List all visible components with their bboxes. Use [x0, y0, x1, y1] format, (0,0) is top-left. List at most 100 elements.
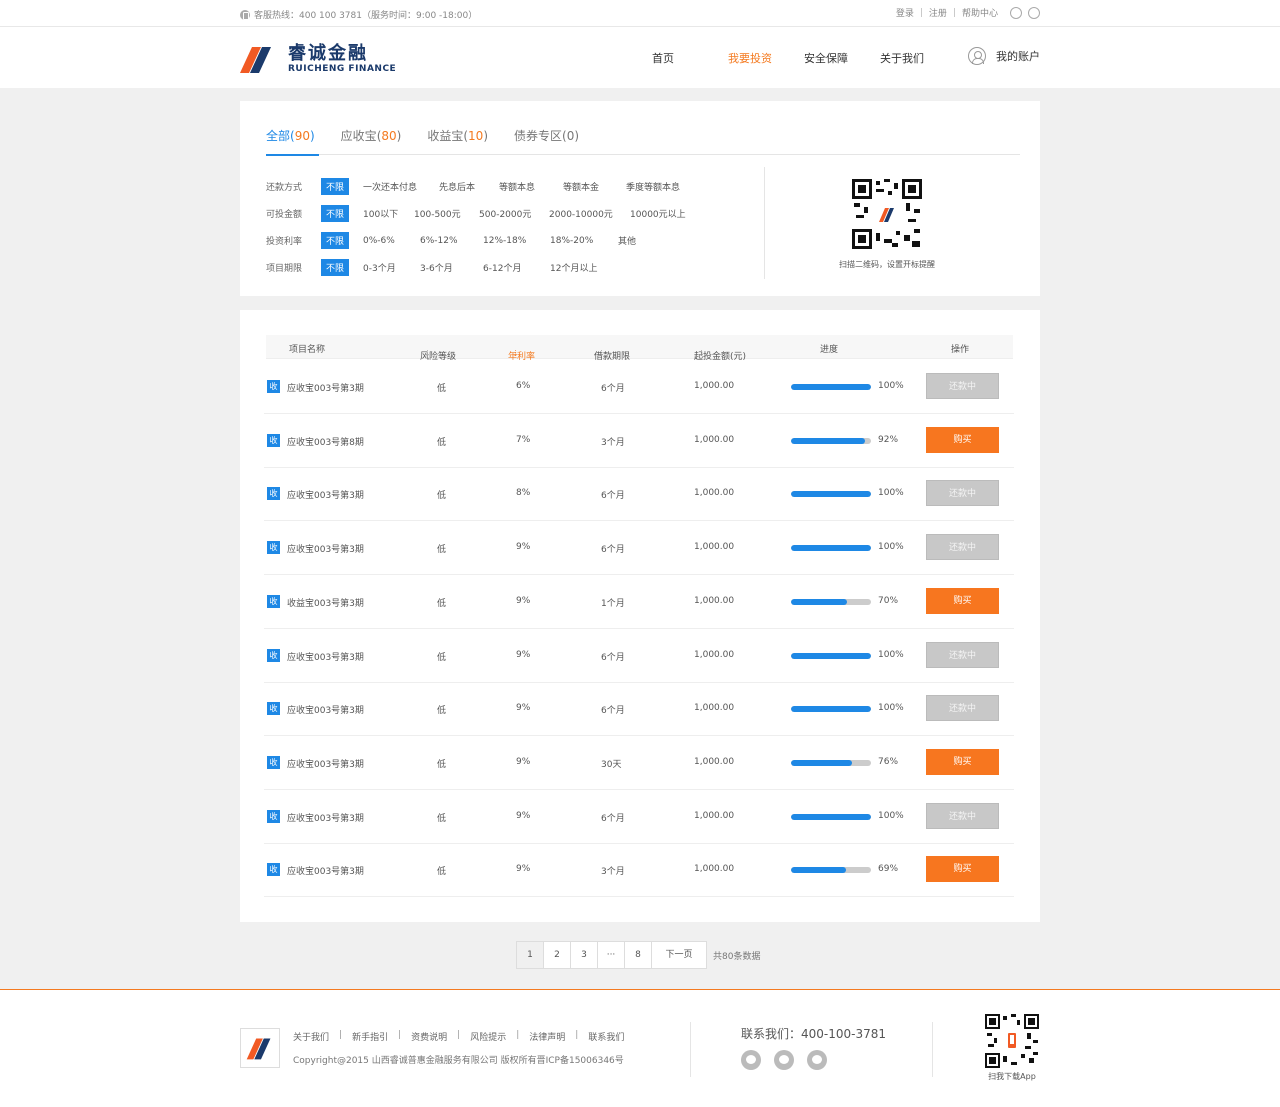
project-name[interactable]: 应收宝003号第8期: [287, 435, 364, 448]
table-row[interactable]: 收应收宝003号第3期 低 6% 6个月 1,000.00 100% 还款中: [264, 360, 1014, 414]
product-list-panel: 项目名称 风险等级 ⇣ 年利率 ⇣ 借款期限 ⇣ 起投金额(元) ⇣ 进度 操作 收应收…: [240, 310, 1040, 922]
filter-option[interactable]: 季度等额本息: [626, 180, 680, 193]
filter-option[interactable]: 6-12个月: [483, 261, 550, 274]
page-1[interactable]: 1: [516, 941, 544, 969]
nav-home[interactable]: 首页: [652, 50, 728, 66]
table-row[interactable]: 收应收宝003号第3期 低 9% 6个月 1,000.00 100% 还款中: [264, 790, 1014, 844]
project-name[interactable]: 应收宝003号第3期: [287, 488, 364, 501]
repaying-button[interactable]: 还款中: [926, 480, 999, 507]
nav-security[interactable]: 安全保障: [804, 50, 880, 66]
repaying-button[interactable]: 还款中: [926, 641, 999, 668]
filter-option[interactable]: 3-6个月: [420, 261, 483, 274]
progress-fill: [791, 759, 852, 766]
page-2[interactable]: 2: [543, 941, 571, 969]
filter-option[interactable]: 6%-12%: [420, 236, 483, 246]
filter-option[interactable]: 其他: [618, 234, 636, 247]
cell-min: 1,000.00: [694, 542, 735, 553]
footer-link-legal[interactable]: 法律声明: [529, 1030, 565, 1043]
project-name[interactable]: 应收宝003号第3期: [287, 757, 364, 770]
weibo-icon[interactable]: [1028, 6, 1040, 19]
buy-button[interactable]: 购买: [926, 748, 999, 775]
cell-min: 1,000.00: [694, 810, 735, 821]
wechat-icon[interactable]: [1010, 6, 1022, 19]
filter-option[interactable]: 0-3个月: [363, 261, 420, 274]
table-row[interactable]: 收应收宝003号第3期 低 9% 6个月 1,000.00 100% 还款中: [264, 682, 1014, 737]
filter-option[interactable]: 12个月以上: [550, 261, 597, 274]
filter-option[interactable]: 等额本息: [499, 180, 563, 193]
filter-option[interactable]: 先息后本: [439, 180, 499, 193]
wechat-icon[interactable]: [741, 1050, 761, 1070]
nav-invest[interactable]: 我要投资: [728, 50, 804, 66]
help-link[interactable]: 帮助中心: [962, 6, 998, 19]
col-action: 操作: [951, 345, 970, 355]
filter-option[interactable]: 100-500元: [414, 207, 479, 220]
header: 睿诚金融 RUICHENG FINANCE 首页 我要投资 安全保障 关于我们 …: [0, 27, 1280, 88]
tab-bonds[interactable]: 债券专区(0): [514, 101, 579, 155]
project-name[interactable]: 应收宝003号第3期: [287, 811, 364, 824]
weibo-icon[interactable]: [807, 1050, 827, 1070]
login-link[interactable]: 登录: [896, 6, 914, 19]
project-name[interactable]: 应收宝003号第3期: [287, 650, 364, 663]
logo-mark-icon: [246, 1038, 271, 1060]
footer-link-guide[interactable]: 新手指引: [352, 1030, 388, 1043]
project-name[interactable]: 应收宝003号第3期: [287, 703, 364, 716]
tab-yingshoubao[interactable]: 应收宝(80): [341, 101, 402, 155]
filter-option-unlimited[interactable]: 不限: [321, 205, 350, 222]
next-page-button[interactable]: 下一页: [651, 941, 707, 969]
cell-rate: 7%: [516, 434, 531, 445]
footer-link-contact[interactable]: 联系我们: [588, 1030, 624, 1043]
table-row[interactable]: 收应收宝003号第3期 低 9% 6个月 1,000.00 100% 还款中: [264, 521, 1014, 576]
filter-option[interactable]: 18%-20%: [550, 236, 618, 246]
footer-links: 关于我们 | 新手指引 | 资费说明 | 风险提示 | 法律声明 | 联系我们: [293, 1030, 624, 1043]
project-name[interactable]: 应收宝003号第3期: [287, 542, 364, 555]
footer-link-risk[interactable]: 风险提示: [470, 1030, 506, 1043]
account-link[interactable]: 我的账户: [968, 47, 1040, 65]
cell-term: 6个月: [601, 384, 625, 394]
table-row[interactable]: 收应收宝003号第3期 低 9% 3个月 1,000.00 69% 购买: [264, 843, 1014, 898]
filter-option[interactable]: 等额本金: [563, 180, 626, 193]
filter-option-unlimited[interactable]: 不限: [321, 259, 350, 276]
filter-option-unlimited[interactable]: 不限: [321, 232, 350, 249]
buy-button[interactable]: 购买: [926, 856, 999, 883]
table-row[interactable]: 收应收宝003号第3期 低 9% 6个月 1,000.00 100% 还款中: [264, 629, 1014, 683]
filter-option[interactable]: 500-2000元: [479, 207, 549, 220]
repaying-button[interactable]: 还款中: [926, 802, 999, 829]
repaying-button[interactable]: 还款中: [926, 534, 999, 561]
filter-option[interactable]: 0%-6%: [363, 236, 420, 246]
table-row[interactable]: 收应收宝003号第8期 低 7% 3个月 1,000.00 92% 购买: [264, 414, 1014, 468]
project-name[interactable]: 收益宝003号第3期: [287, 596, 364, 609]
filter-option[interactable]: 10000元以上: [630, 207, 686, 220]
logo-mark-icon[interactable]: [240, 41, 278, 73]
filter-option[interactable]: 12%-18%: [483, 236, 550, 246]
filter-option[interactable]: 100以下: [363, 207, 414, 220]
register-link[interactable]: 注册: [929, 6, 947, 19]
filter-option-unlimited[interactable]: 不限: [321, 178, 350, 195]
social-links: [741, 1050, 827, 1070]
page-8[interactable]: 8: [624, 941, 652, 969]
qq-icon[interactable]: [774, 1050, 794, 1070]
table-row[interactable]: 收应收宝003号第3期 低 8% 6个月 1,000.00 100% 还款中: [264, 467, 1014, 522]
buy-button[interactable]: 购买: [926, 587, 999, 614]
nav-about[interactable]: 关于我们: [880, 50, 956, 66]
footer-link-fees[interactable]: 资费说明: [411, 1030, 447, 1043]
logo-text[interactable]: 睿诚金融: [288, 39, 368, 65]
repaying-button[interactable]: 还款中: [926, 373, 999, 399]
cell-rate: 8%: [516, 488, 531, 499]
project-name[interactable]: 应收宝003号第3期: [287, 381, 364, 394]
tab-shouyibao[interactable]: 收益宝(10): [427, 101, 488, 155]
repaying-button[interactable]: 还款中: [926, 695, 999, 722]
filter-row-amount: 可投金额 不限 100以下 100-500元 500-2000元 2000-10…: [266, 200, 686, 227]
buy-button[interactable]: 购买: [926, 426, 999, 453]
table-row[interactable]: 收应收宝003号第3期 低 9% 30天 1,000.00 76% 购买: [264, 736, 1014, 790]
page-3[interactable]: 3: [570, 941, 598, 969]
tab-all[interactable]: 全部(90): [266, 101, 319, 156]
cell-risk: 低: [437, 384, 447, 394]
footer-link-about[interactable]: 关于我们: [293, 1030, 329, 1043]
footer-logo[interactable]: [240, 1028, 280, 1068]
project-name[interactable]: 应收宝003号第3期: [287, 864, 364, 877]
filter-option[interactable]: 一次还本付息: [363, 180, 439, 193]
progress-bar: [791, 384, 871, 390]
table-row[interactable]: 收收益宝003号第3期 低 9% 1个月 1,000.00 70% 购买: [264, 575, 1014, 629]
cell-min: 1,000.00: [694, 595, 735, 606]
filter-option[interactable]: 2000-10000元: [549, 207, 630, 220]
